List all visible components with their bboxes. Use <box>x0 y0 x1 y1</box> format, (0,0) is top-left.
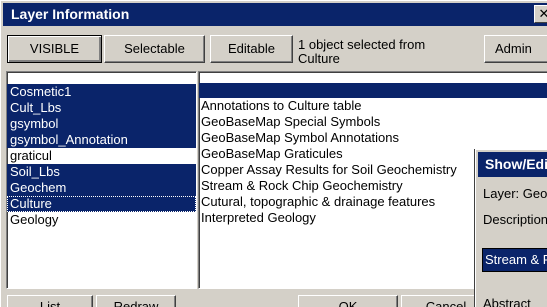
description-list-item[interactable]: GeoBaseMap Symbol Annotations <box>199 130 547 146</box>
layer-list-item[interactable]: Geology <box>7 212 196 228</box>
layer-list-item[interactable]: graticul <box>7 148 196 164</box>
description-list-item[interactable]: GeoBaseMap Special Symbols <box>199 114 547 130</box>
selection-status-line2: Culture <box>298 51 340 66</box>
selection-status: 1 object selected from Culture <box>298 38 478 66</box>
description-list-item[interactable]: Annotations to Culture table <box>199 98 547 114</box>
layer-list-item[interactable]: Cosmetic1 <box>7 84 196 100</box>
dialog-abstract-label: Abstract <box>483 296 531 307</box>
dialog-layer-label: Layer: Geochem <box>483 186 547 201</box>
layer-list-item[interactable]: gsymbol <box>7 116 196 132</box>
dialog-description-label: Description <box>483 212 547 227</box>
visible-button[interactable]: VISIBLE <box>7 35 102 63</box>
selection-status-line1: 1 object selected from <box>298 37 426 52</box>
layer-list-item[interactable]: Soil_Lbs <box>7 164 196 180</box>
admin-button[interactable]: Admin <box>484 35 547 63</box>
show-edit-dialog: Show/Edit Layer: Geochem Description Str… <box>475 149 547 307</box>
layer-list[interactable]: Cosmetic1 Cult_Lbs gsymbol gsymbol_Annotati… <box>6 71 197 289</box>
description-list-header <box>199 83 547 98</box>
layer-list-item[interactable]: Culture <box>7 196 196 212</box>
ok-button[interactable]: OK <box>298 295 398 307</box>
show-edit-dialog-title: Show/Edit <box>478 152 547 177</box>
window-title: Layer Information <box>11 6 130 22</box>
dialog-description-field[interactable]: Stream & Rock Chip <box>482 248 547 272</box>
layer-information-window: Layer Information ✕ VISIBLE Selectable E… <box>0 0 547 307</box>
list-button[interactable]: List <box>7 295 93 307</box>
close-button[interactable]: ✕ <box>534 5 547 23</box>
close-icon: ✕ <box>539 6 547 21</box>
list-button-label: List <box>39 299 61 307</box>
layer-list-item[interactable]: Cult_Lbs <box>7 100 196 116</box>
layer-list-item[interactable]: Geochem <box>7 180 196 196</box>
redraw-button-label: Redraw <box>113 299 159 307</box>
title-bar: Layer Information <box>3 3 547 26</box>
layer-list-item[interactable]: gsymbol_Annotation <box>7 132 196 148</box>
redraw-button[interactable]: Redraw <box>96 295 176 307</box>
editable-button[interactable]: Editable <box>210 35 293 63</box>
selectable-button[interactable]: Selectable <box>104 35 205 63</box>
